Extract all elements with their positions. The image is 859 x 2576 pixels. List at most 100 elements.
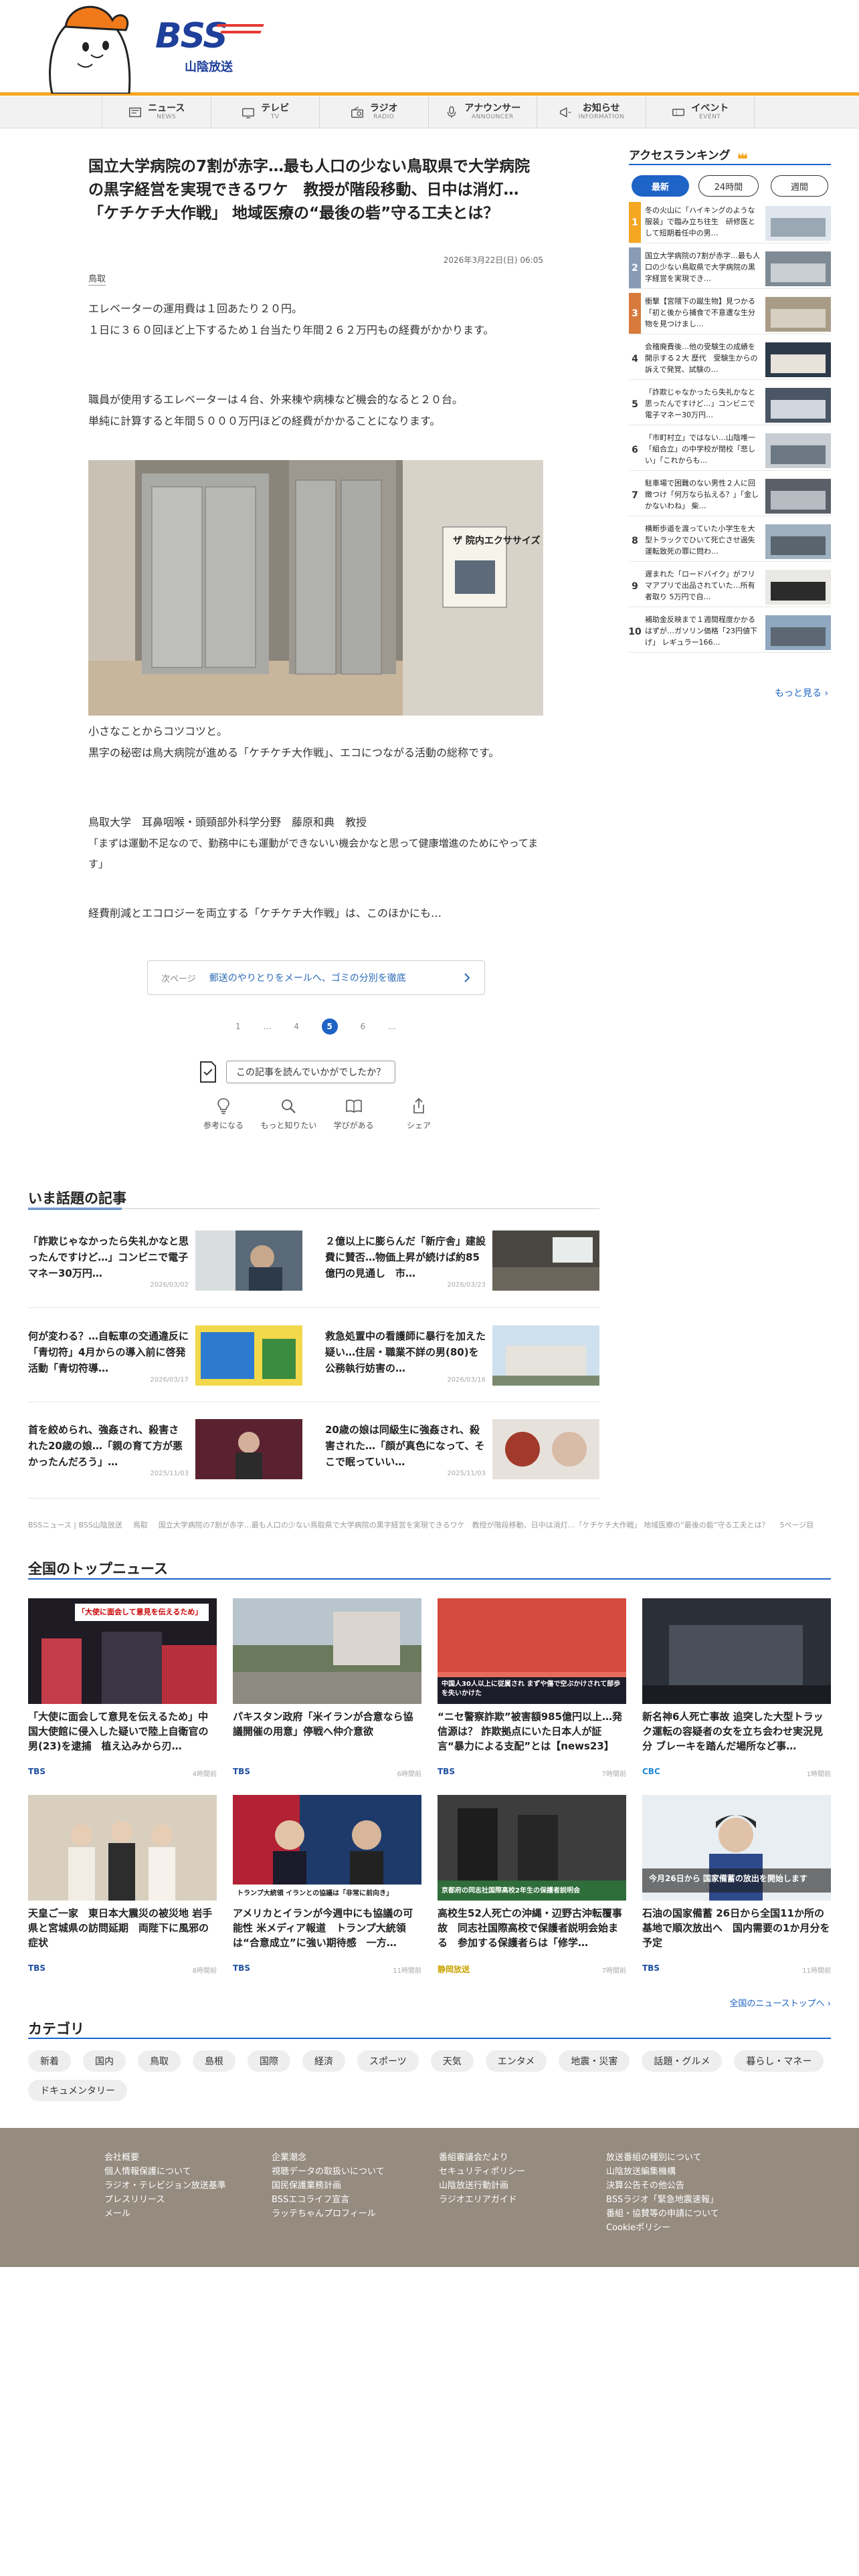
feedback-more-button[interactable]: もっと知りたい [259, 1097, 318, 1137]
trending-item[interactable]: 20歳の娘は同級生に強姦され、殺害された…「顔が真色になって、そこで眠っていい…… [325, 1419, 599, 1486]
footer-link[interactable]: 番組・協賛等の申請について [606, 2207, 719, 2221]
breadcrumb-item[interactable]: BSSニュース | BSS山陰放送 [28, 1519, 122, 1530]
top-news-item[interactable]: 天皇ご一家 東日本大震災の被災地 岩手県と宮城県の訪問延期 両陛下に風邪の症状 … [28, 1795, 217, 1975]
news-source: CBC [642, 1767, 660, 1776]
top-news-item[interactable]: 今月26日から 国家備蓄の放出を開始します 石油の国家備蓄 26日から全国11か… [642, 1795, 831, 1975]
share-button[interactable]: シェア [389, 1097, 448, 1137]
ranking-item[interactable]: 7 駐車場で困難のない男性２人に回緻つけ「何万なら払える？」「金しかないわね」 柴… [629, 475, 831, 516]
ranking-title: 駐車場で困難のない男性２人に回緻つけ「何万なら払える？」「金しかないわね」 柴… [645, 479, 759, 510]
category-chip[interactable]: 天気 [430, 2050, 474, 2072]
ranking-number: 1 [629, 202, 641, 243]
footer-link[interactable]: BSSラジオ「緊急地震速報」 [606, 2193, 719, 2207]
news-title: 天皇ご一家 東日本大震災の被災地 岩手県と宮城県の訪問延期 両陛下に風邪の症状 [28, 1907, 213, 1949]
ranking-item[interactable]: 6 「市町村立」ではない…山陰唯一「組合立」の中学校が閉校「悲しい」「これからも… [629, 429, 831, 471]
ranking-item[interactable]: 2 国立大学病院の7割が赤字…最も人口の少ない鳥取県で大学病院の黒字経営を実現でき… [629, 247, 831, 289]
footer-link[interactable]: 番組審議会だより [439, 2151, 525, 2165]
ranking-item[interactable]: 5 「詐欺じゃなかったら失礼かなと思ったんですけど…」コンビニで電子マネー30万円… [629, 384, 831, 425]
category-chip[interactable]: ドキュメンタリー [28, 2080, 127, 2101]
footer-link[interactable]: 会社概要 [104, 2151, 226, 2165]
bss-logo[interactable]: BSS 山陰放送 [155, 17, 276, 78]
footer-link[interactable]: Cookieポリシー [606, 2221, 719, 2235]
footer-link[interactable]: メール [104, 2207, 226, 2221]
nav-radio[interactable]: ラジオ RADIO [319, 96, 428, 128]
trending-item[interactable]: 救急処置中の看護師に暴行を加えた疑い…住居・職業不詳の男(80)を公務執行妨害の… [325, 1325, 599, 1392]
nav-announcer[interactable]: アナウンサー ANNOUNCER [427, 96, 537, 128]
footer-link[interactable]: 視聴データの取扱いについて [272, 2165, 385, 2179]
top-news-item[interactable]: 京都府の同志社国際高校2年生の保護者説明会 高校生52人死亡の沖縄・辺野古沖転覆… [438, 1795, 626, 1975]
footer-link[interactable]: 国民保護業務計画 [272, 2179, 385, 2193]
footer-link[interactable]: 放送番組の種別について [606, 2151, 719, 2165]
top-news-more-link[interactable]: 全国のニューストップへ › [729, 1996, 831, 2009]
news-title: 新名神6人死亡事故 追突した大型トラック運転の容疑者の女を立ち会わせ実況見分 ブ… [642, 1711, 824, 1752]
trending-item[interactable]: 首を絞められ、強姦され、殺害された20歳の娘…「親の育て方が悪かったんだろう」…… [28, 1419, 302, 1486]
nav-information[interactable]: お知らせ INFORMATION [537, 96, 646, 128]
category-chip[interactable]: スポーツ [357, 2050, 419, 2072]
footer-link[interactable]: ラジオエリアガイド [439, 2193, 525, 2207]
logo-stripe [216, 24, 264, 27]
category-chip[interactable]: 国際 [248, 2050, 290, 2072]
ranking-tab-weekly[interactable]: 週間 [771, 175, 828, 197]
footer-link[interactable]: 山陰放送編集機構 [606, 2165, 719, 2179]
page-link[interactable]: 4 [294, 1022, 299, 1031]
category-chip[interactable]: 暮らし・マネー [734, 2050, 824, 2072]
ranking-number: 4 [632, 353, 638, 364]
page-link[interactable]: 1 [235, 1022, 241, 1031]
category-chip[interactable]: 国内 [83, 2050, 126, 2072]
page-current[interactable]: 5 [321, 1018, 338, 1035]
article-paragraph: 単純に計算すると年間５０００万円ほどの経費がかかることになります。 [88, 415, 441, 427]
news-title: 高校生52人死亡の沖縄・辺野古沖転覆事故 同志社国際高校で保護者説明会始まる 参… [438, 1907, 622, 1949]
top-news-item[interactable]: トランプ大統領 イランとの協議は「非常に前向き」 アメリカとイランが今週中にも協… [233, 1795, 421, 1975]
footer-link[interactable]: ラジオ・テレビジョン放送基準 [104, 2179, 226, 2193]
feedback-learn-button[interactable]: 学びがある [324, 1097, 383, 1137]
top-news-item[interactable]: 「大使に面会して意見を伝えるため」 「大使に面会して意見を伝えるため」中国大使館… [28, 1598, 217, 1779]
ranking-more-link[interactable]: もっと見る › [775, 686, 828, 700]
nav-tv[interactable]: テレビ TV [210, 96, 320, 128]
category-chip[interactable]: エンタメ [485, 2050, 547, 2072]
article-paragraph: 黒字の秘密は鳥大病院が進める「ケチケチ大作戦」、エコにつながる活動の総称です。 [88, 746, 500, 759]
category-chip[interactable]: 経済 [302, 2050, 345, 2072]
footer-link[interactable]: 山陰放送行動計画 [439, 2179, 525, 2193]
ranking-tab-latest[interactable]: 最新 [632, 175, 689, 197]
article-tag[interactable]: 鳥取 [88, 272, 106, 286]
category-chip[interactable]: 島根 [193, 2050, 235, 2072]
feedback-useful-button[interactable]: 参考になる [194, 1097, 253, 1137]
trending-item[interactable]: 何が変わる？…自転車の交通違反に「青切符」4月からの導入前に啓発活動「青切符導…… [28, 1325, 302, 1392]
page-link[interactable]: 6 [361, 1022, 366, 1031]
article-paragraph: エレベーターの運用費は１回あたり２０円。 [88, 302, 303, 315]
next-page-link[interactable]: 次ページ 郵送のやりとりをメールへ、ゴミの分別を徹底 [147, 960, 485, 995]
news-caption: トランプ大統領 イランとの協議は「非常に前向き」 [237, 1890, 393, 1897]
trending-thumbnail [195, 1419, 302, 1479]
ranking-item[interactable]: 8 横断歩道を渡っていた小学生を大型トラックでひいて死亡させ過失運転致死の罪に問わ… [629, 520, 831, 562]
nav-label: ニュース [148, 103, 185, 114]
footer-link[interactable]: ラッテちゃんプロフィール [272, 2207, 385, 2221]
trending-thumbnail [492, 1325, 599, 1386]
category-chip[interactable]: 話題・グルメ [642, 2050, 723, 2072]
ranking-item[interactable]: 3 衝撃【宮隈下の蹴生物】見つかる「初と後から捕食で不意遭な生分物を見つけまし… [629, 293, 831, 334]
ranking-item[interactable]: 10 補助金反映まで１週間程度かかるはずが…ガソリン価格「23円値下げ」 レギュラ… [628, 611, 831, 653]
footer-link[interactable]: 個人情報保護について [104, 2165, 226, 2179]
footer-link[interactable]: 決算公告その他公告 [606, 2179, 719, 2193]
nav-event[interactable]: イベント EVENT [645, 96, 755, 128]
ranking-tab-24h[interactable]: 24時間 [698, 175, 759, 197]
ranking-thumbnail [765, 479, 831, 514]
breadcrumb-item[interactable]: 鳥取 [133, 1519, 148, 1530]
news-source: TBS [642, 1963, 660, 1973]
divider [28, 1307, 599, 1308]
footer-link[interactable]: セキュリティポリシー [439, 2165, 525, 2179]
top-news-item[interactable]: パキスタン政府「米イランが合意なら協議開催の用意」停戦へ仲介意欲 TBS 6時間… [233, 1598, 421, 1779]
ranking-item[interactable]: 1 冬の火山に「ハイキングのような服装」で臨み立ち往生 研修医として短期着任中の男… [629, 202, 831, 243]
article-paragraph: 経費削減とエコロジーを両立する「ケチケチ大作戦」は、このほかにも… [88, 907, 442, 920]
footer-link[interactable]: プレスリリース [104, 2193, 226, 2207]
top-news-item[interactable]: 新名神6人死亡事故 追突した大型トラック運転の容疑者の女を立ち会わせ実況見分 ブ… [642, 1598, 831, 1779]
ranking-item[interactable]: 9 遅まれた「ロードバイク」がフリマアプリで出品されていた…所有者取り 5万円で自… [629, 566, 831, 607]
ranking-item[interactable]: 4 会稽廃費後…他の受験生の成績を開示する２大 歴代 受験生からの訴えで発覚、試験… [629, 338, 831, 380]
top-news-item[interactable]: 中国人30人以上に従属され まずや傷で空ぶかけされて部歩を失いかけた “ニセ警察… [438, 1598, 626, 1779]
footer-link[interactable]: 企業潮念 [272, 2151, 385, 2165]
footer-link[interactable]: BSSエコライフ宣言 [272, 2193, 385, 2207]
category-chip[interactable]: 鳥取 [138, 2050, 181, 2072]
trending-item[interactable]: ２億以上に膨らんだ「新庁舎」建設費に賛否…物価上昇が続けば約85億円の見通し 市… [325, 1230, 599, 1297]
category-chip[interactable]: 地震・災害 [559, 2050, 630, 2072]
nav-news[interactable]: ニュース NEWS [102, 96, 211, 128]
trending-item[interactable]: 「詐欺じゃなかったら失礼かなと思ったんですけど…」コンビニで電子マネー30万円…… [28, 1230, 302, 1297]
category-chip[interactable]: 新着 [28, 2050, 71, 2072]
